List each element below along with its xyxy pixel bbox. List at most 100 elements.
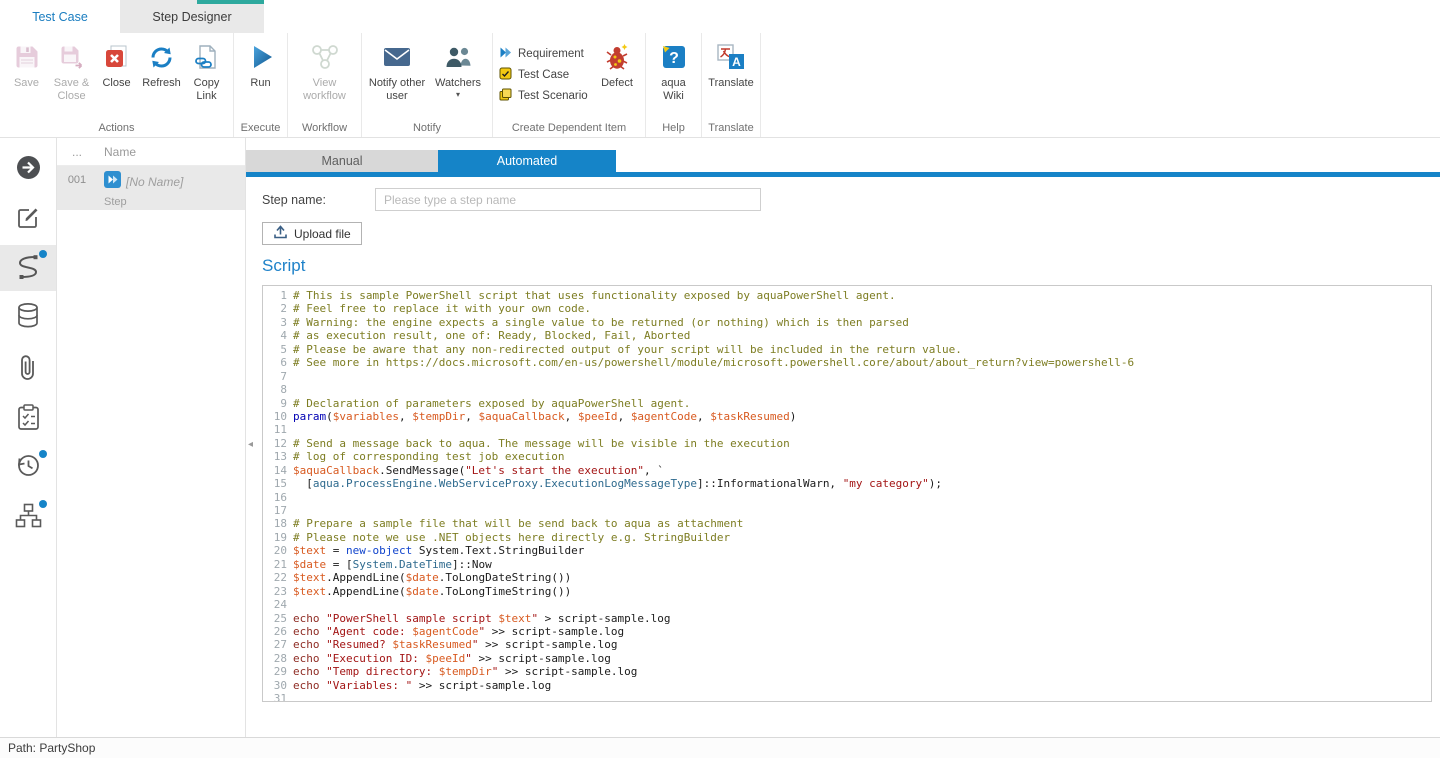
line-number: 4 — [263, 329, 293, 342]
ribbon: Save Save & Close Close Refresh — [0, 33, 1440, 138]
code-line: 20$text = new-object System.Text.StringB… — [263, 544, 1431, 557]
sidebar-item-edit[interactable] — [0, 197, 56, 243]
create-defect-label: Defect — [601, 77, 633, 90]
translate-button[interactable]: A Translate — [706, 35, 756, 90]
code-line: 3# Warning: the engine expects a single … — [263, 316, 1431, 329]
line-number: 24 — [263, 598, 293, 611]
close-button-label: Close — [102, 77, 130, 90]
create-test-scenario-button[interactable]: Test Scenario — [497, 85, 593, 106]
upload-file-label: Upload file — [294, 227, 351, 241]
edit-icon — [16, 206, 40, 235]
watchers-button[interactable]: Watchers ▾ — [428, 35, 488, 99]
run-button[interactable]: Run — [238, 35, 283, 90]
aqua-wiki-button[interactable]: ? aqua Wiki — [650, 35, 697, 103]
refresh-icon — [148, 39, 175, 75]
sidebar-item-steps[interactable] — [0, 245, 56, 291]
svg-text:?: ? — [669, 50, 679, 67]
step-name-text: [No Name] — [126, 175, 183, 189]
code-line: 28echo "Execution ID: $peeId" >> script-… — [263, 652, 1431, 665]
steps-header: ... Name — [57, 138, 245, 166]
create-requirement-label: Requirement — [518, 48, 584, 60]
ribbon-group-create-dependent-item: Requirement Test Case Test Scenario Defe… — [493, 33, 646, 137]
refresh-button[interactable]: Refresh — [139, 35, 184, 90]
code-line: 26echo "Agent code: $agentCode" >> scrip… — [263, 625, 1431, 638]
left-sidebar — [0, 138, 57, 737]
view-workflow-icon — [310, 39, 340, 75]
create-requirement-button[interactable]: Requirement — [497, 43, 593, 64]
step-name-input[interactable] — [375, 188, 761, 211]
ribbon-group-actions-label: Actions — [0, 122, 233, 134]
tab-test-case[interactable]: Test Case — [0, 0, 120, 33]
line-number: 18 — [263, 517, 293, 530]
line-number: 2 — [263, 302, 293, 315]
code-line: 2# Feel free to replace it with your own… — [263, 302, 1431, 315]
line-number: 25 — [263, 612, 293, 625]
code-line: 25echo "PowerShell sample script $text" … — [263, 612, 1431, 625]
notify-other-user-button[interactable]: Notify other user — [366, 35, 428, 103]
line-number: 3 — [263, 316, 293, 329]
view-workflow-button[interactable]: View workflow — [294, 35, 356, 103]
line-number: 28 — [263, 652, 293, 665]
automated-step-icon — [104, 171, 121, 193]
code-line: 1# This is sample PowerShell script that… — [263, 289, 1431, 302]
code-line: 6# See more in https://docs.microsoft.co… — [263, 356, 1431, 369]
steps-header-name: Name — [97, 145, 136, 159]
create-defect-button[interactable]: Defect — [593, 35, 641, 90]
code-line: 30echo "Variables: " >> script-sample.lo… — [263, 679, 1431, 692]
tab-step-designer[interactable]: Step Designer — [120, 0, 264, 33]
code-line: 17 — [263, 504, 1431, 517]
code-line: 15 [aqua.ProcessEngine.WebServiceProxy.E… — [263, 477, 1431, 490]
line-number: 29 — [263, 665, 293, 678]
line-number: 22 — [263, 571, 293, 584]
steps-header-options: ... — [57, 145, 97, 159]
refresh-button-label: Refresh — [142, 77, 181, 90]
line-number: 15 — [263, 477, 293, 490]
close-button[interactable]: Close — [94, 35, 139, 90]
code-line: 5# Please be aware that any non-redirect… — [263, 343, 1431, 356]
sidebar-item-dependencies[interactable] — [0, 495, 56, 541]
tab-manual[interactable]: Manual — [246, 150, 438, 172]
code-line: 8 — [263, 383, 1431, 396]
line-number: 10 — [263, 410, 293, 423]
code-line: 27echo "Resumed? $taskResumed" >> script… — [263, 638, 1431, 651]
checklist-icon — [17, 404, 40, 436]
wiki-icon: ? — [661, 39, 687, 75]
line-number: 5 — [263, 343, 293, 356]
tab-automated[interactable]: Automated — [438, 150, 616, 172]
notification-dot — [39, 500, 47, 508]
ribbon-group-create-dependent-item-label: Create Dependent Item — [493, 122, 645, 134]
line-number: 1 — [263, 289, 293, 302]
main-content: Manual Automated Step name: Upload file … — [246, 138, 1440, 737]
save-button[interactable]: Save — [4, 35, 49, 90]
save-and-close-icon — [59, 39, 85, 75]
sidebar-item-checklist[interactable] — [0, 397, 56, 443]
line-number: 17 — [263, 504, 293, 517]
view-workflow-button-label: View workflow — [294, 77, 356, 103]
line-number: 9 — [263, 397, 293, 410]
test-case-icon — [499, 67, 512, 83]
panel-collapse-handle[interactable]: ◂ — [246, 435, 255, 453]
sidebar-item-data[interactable] — [0, 295, 56, 341]
code-line: 9# Declaration of parameters exposed by … — [263, 397, 1431, 410]
step-list-item[interactable]: 001 [No Name] Step — [57, 166, 245, 210]
code-line: 29echo "Temp directory: $tempDir" >> scr… — [263, 665, 1431, 678]
sidebar-item-expand[interactable] — [0, 147, 56, 193]
sidebar-item-attachments[interactable] — [0, 347, 56, 393]
save-button-label: Save — [14, 77, 39, 90]
line-number: 11 — [263, 423, 293, 436]
create-test-case-label: Test Case — [518, 69, 569, 81]
ribbon-group-workflow: View workflow Workflow — [288, 33, 362, 137]
copy-link-button[interactable]: Copy Link — [184, 35, 229, 103]
save-and-close-button[interactable]: Save & Close — [49, 35, 94, 103]
code-line: 10param($variables, $tempDir, $aquaCallb… — [263, 410, 1431, 423]
code-line: 7 — [263, 370, 1431, 383]
create-test-case-button[interactable]: Test Case — [497, 64, 593, 85]
step-number: 001 — [57, 171, 97, 210]
script-heading: Script — [262, 256, 305, 276]
script-editor[interactable]: 1# This is sample PowerShell script that… — [262, 285, 1432, 702]
sidebar-item-history[interactable] — [0, 445, 56, 491]
ribbon-group-execute: Run Execute — [234, 33, 288, 137]
line-number: 20 — [263, 544, 293, 557]
upload-file-button[interactable]: Upload file — [262, 222, 362, 245]
code-line: 21$date = [System.DateTime]::Now — [263, 558, 1431, 571]
